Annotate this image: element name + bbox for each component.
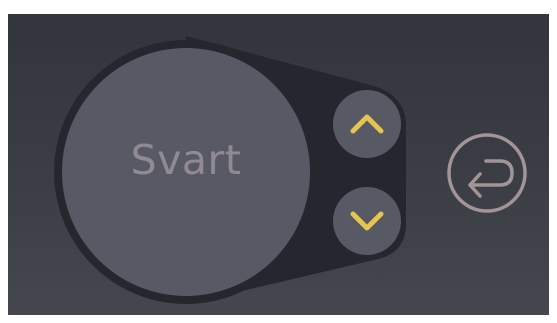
down-button[interactable] <box>332 186 402 256</box>
up-button[interactable] <box>332 89 402 159</box>
control-screen: Svart <box>8 14 549 315</box>
back-button[interactable] <box>446 132 528 214</box>
value-dial[interactable] <box>61 47 311 297</box>
